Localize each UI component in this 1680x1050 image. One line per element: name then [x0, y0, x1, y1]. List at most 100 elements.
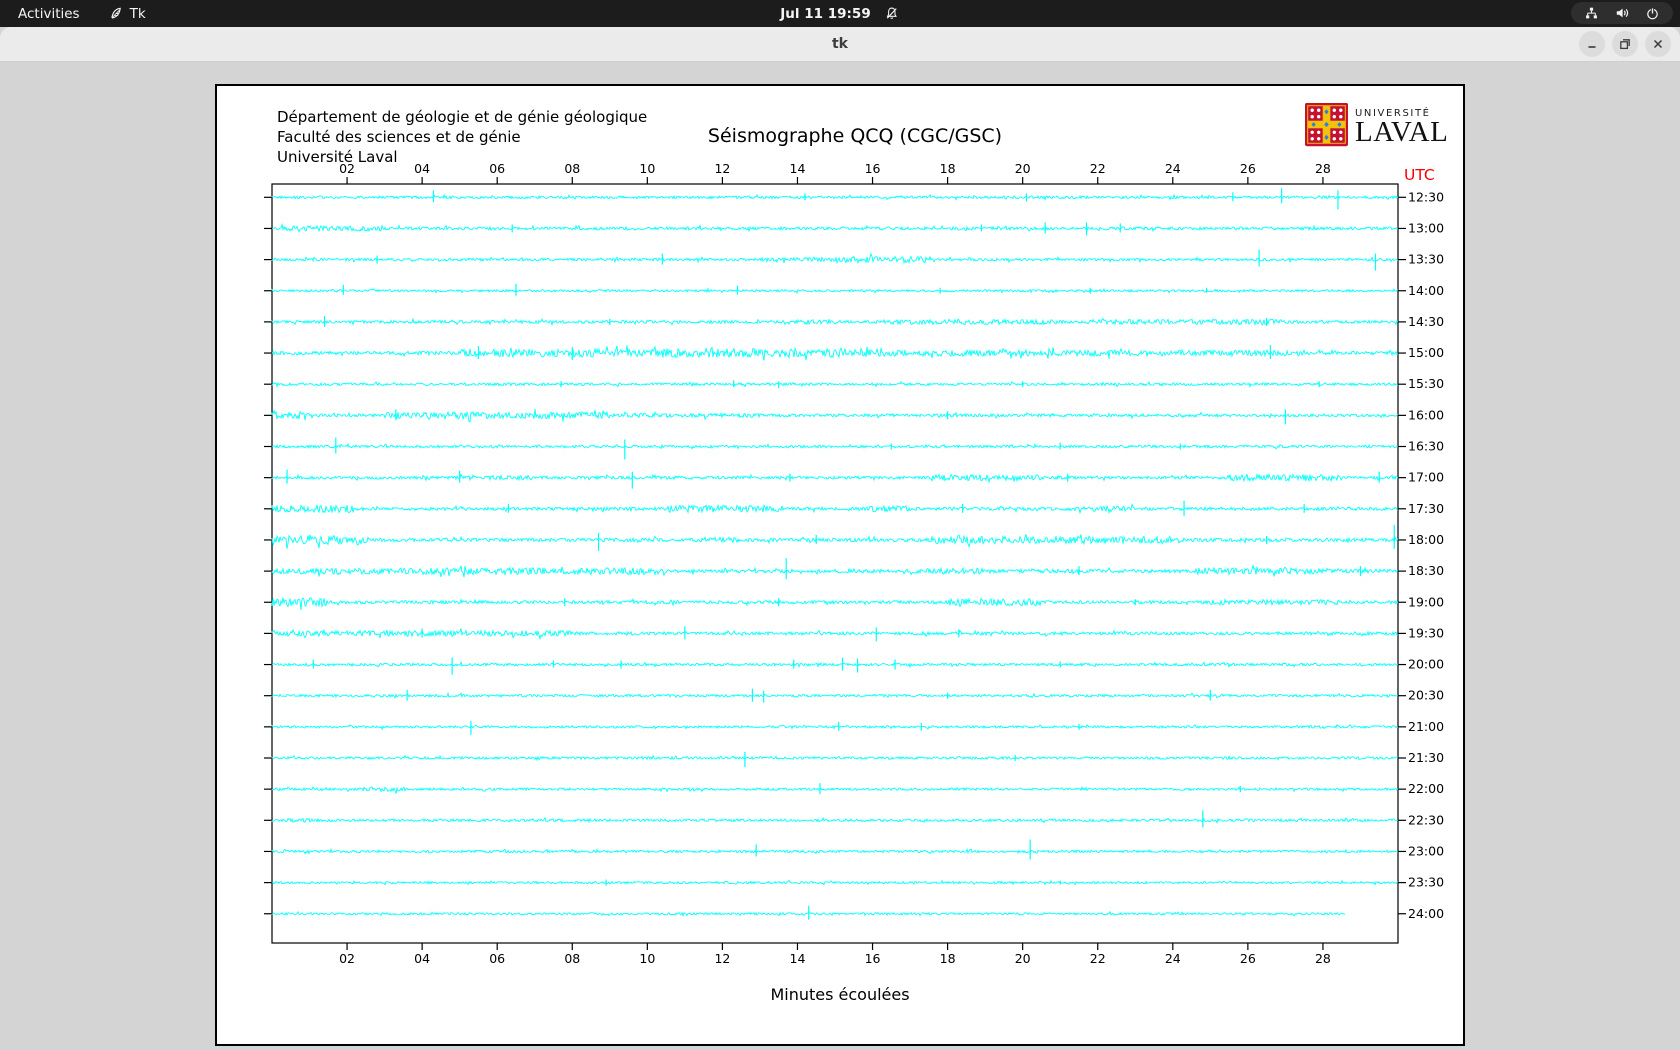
window-title: tk — [831, 36, 849, 52]
quick-settings[interactable] — [1571, 2, 1673, 24]
network-wired-icon — [1586, 7, 1597, 18]
close-button[interactable] — [1645, 31, 1671, 57]
minimize-button[interactable] — [1579, 31, 1605, 57]
time-label: 15:30 — [1408, 376, 1444, 391]
trace-path — [271, 534, 1399, 549]
x-tick-label-top: 08 — [564, 161, 580, 176]
trace-path — [271, 380, 1399, 389]
x-tick-label-top: 20 — [1015, 161, 1031, 176]
time-label: 15:00 — [1408, 345, 1444, 360]
x-tick-label-top: 16 — [865, 161, 881, 176]
time-label: 23:30 — [1408, 875, 1444, 890]
trace-path — [271, 287, 1399, 294]
maximize-icon — [1620, 39, 1630, 50]
x-tick-label-top: 04 — [414, 161, 430, 176]
time-label: 23:00 — [1408, 843, 1444, 858]
x-tick-label-bottom: 18 — [940, 951, 956, 966]
maximize-button[interactable] — [1612, 31, 1638, 57]
x-tick-label-top: 14 — [790, 161, 806, 176]
trace-path — [271, 879, 1399, 886]
trace-path — [272, 222, 1399, 233]
trace-path — [271, 691, 1399, 700]
x-tick-label-top: 12 — [714, 161, 730, 176]
utc-label: UTC — [1404, 166, 1435, 184]
time-label: 17:00 — [1408, 470, 1444, 485]
trace-path — [271, 723, 1399, 731]
close-icon — [1653, 39, 1663, 49]
trace-path — [271, 408, 1399, 423]
time-label: 18:00 — [1408, 532, 1444, 547]
time-label: 21:00 — [1408, 719, 1444, 734]
time-label: 12:30 — [1408, 189, 1444, 204]
app-indicator-tk[interactable]: Tk — [108, 6, 146, 22]
trace-path — [271, 597, 1399, 611]
x-tick-label-top: 06 — [489, 161, 505, 176]
time-label: 16:00 — [1408, 407, 1444, 422]
plot-frame — [271, 183, 1399, 944]
x-tick-label-top: 28 — [1315, 161, 1331, 176]
trace-path — [271, 193, 1399, 202]
trace-path — [271, 442, 1399, 450]
time-label: 19:30 — [1408, 625, 1444, 640]
time-label: 22:30 — [1408, 812, 1444, 827]
x-tick-label-top: 24 — [1165, 161, 1181, 176]
time-label: 13:30 — [1408, 252, 1444, 267]
x-tick-label-bottom: 08 — [564, 951, 580, 966]
time-label: 24:00 — [1408, 906, 1444, 921]
window-content: Département de géologie et de génie géol… — [0, 62, 1680, 1050]
activities-button[interactable]: Activities — [18, 6, 80, 22]
x-tick-label-bottom: 04 — [414, 951, 430, 966]
clock-label: Jul 11 19:59 — [780, 5, 871, 22]
trace-path — [271, 754, 1399, 762]
trace-path — [271, 317, 1399, 327]
trace-path — [271, 628, 1399, 641]
time-label: 20:30 — [1408, 688, 1444, 703]
time-label: 17:30 — [1408, 501, 1444, 516]
x-tick-label-bottom: 28 — [1315, 951, 1331, 966]
trace-path — [271, 660, 1399, 669]
time-label: 18:30 — [1408, 563, 1444, 578]
trace-path — [271, 472, 1399, 484]
trace-path — [271, 847, 1399, 855]
x-tick-label-bottom: 06 — [489, 951, 505, 966]
x-axis-title: Minutes écoulées — [770, 985, 910, 1004]
trace-path — [271, 503, 1399, 515]
x-tick-label-top: 18 — [940, 161, 956, 176]
tk-feather-icon — [110, 7, 121, 19]
x-tick-label-top: 22 — [1090, 161, 1106, 176]
trace-path — [271, 816, 1399, 824]
x-tick-label-top: 10 — [639, 161, 655, 176]
trace-path — [271, 563, 1399, 578]
time-label: 14:00 — [1408, 283, 1444, 298]
seismograph-canvas: Département de géologie et de génie géol… — [215, 84, 1465, 1046]
minimize-icon — [1588, 46, 1596, 48]
notifications-off-icon — [887, 7, 898, 19]
clock-menu[interactable]: Jul 11 19:59 — [780, 0, 899, 27]
time-label: 20:00 — [1408, 657, 1444, 672]
time-label: 21:30 — [1408, 750, 1444, 765]
x-tick-label-bottom: 22 — [1090, 951, 1106, 966]
trace-path — [271, 252, 1399, 265]
x-tick-label-top: 02 — [339, 161, 355, 176]
screen: Activities Tk Jul 11 19:59 tk Départemen… — [0, 0, 1680, 1050]
power-icon — [1647, 6, 1658, 19]
volume-icon — [1616, 8, 1629, 18]
x-tick-label-bottom: 02 — [339, 951, 355, 966]
time-label: 16:30 — [1408, 439, 1444, 454]
x-tick-label-bottom: 12 — [714, 951, 730, 966]
time-label: 22:00 — [1408, 781, 1444, 796]
x-tick-label-bottom: 24 — [1165, 951, 1181, 966]
x-tick-label-bottom: 26 — [1240, 951, 1256, 966]
time-label: 14:30 — [1408, 314, 1444, 329]
top-bar: Activities Tk Jul 11 19:59 — [0, 0, 1680, 27]
window-titlebar[interactable]: tk — [0, 27, 1680, 62]
time-label: 19:00 — [1408, 594, 1444, 609]
x-tick-label-bottom: 14 — [790, 951, 806, 966]
x-tick-label-bottom: 10 — [639, 951, 655, 966]
seismogram-plot: UTC 02 02 04 04 06 06 08 08 10 10 12 12 14 14 16 16 18 18… — [264, 161, 1444, 966]
x-tick-label-bottom: 16 — [865, 951, 881, 966]
x-tick-label-bottom: 20 — [1015, 951, 1031, 966]
trace-path — [271, 345, 1399, 361]
time-label: 13:00 — [1408, 220, 1444, 235]
trace-path — [271, 786, 1399, 794]
